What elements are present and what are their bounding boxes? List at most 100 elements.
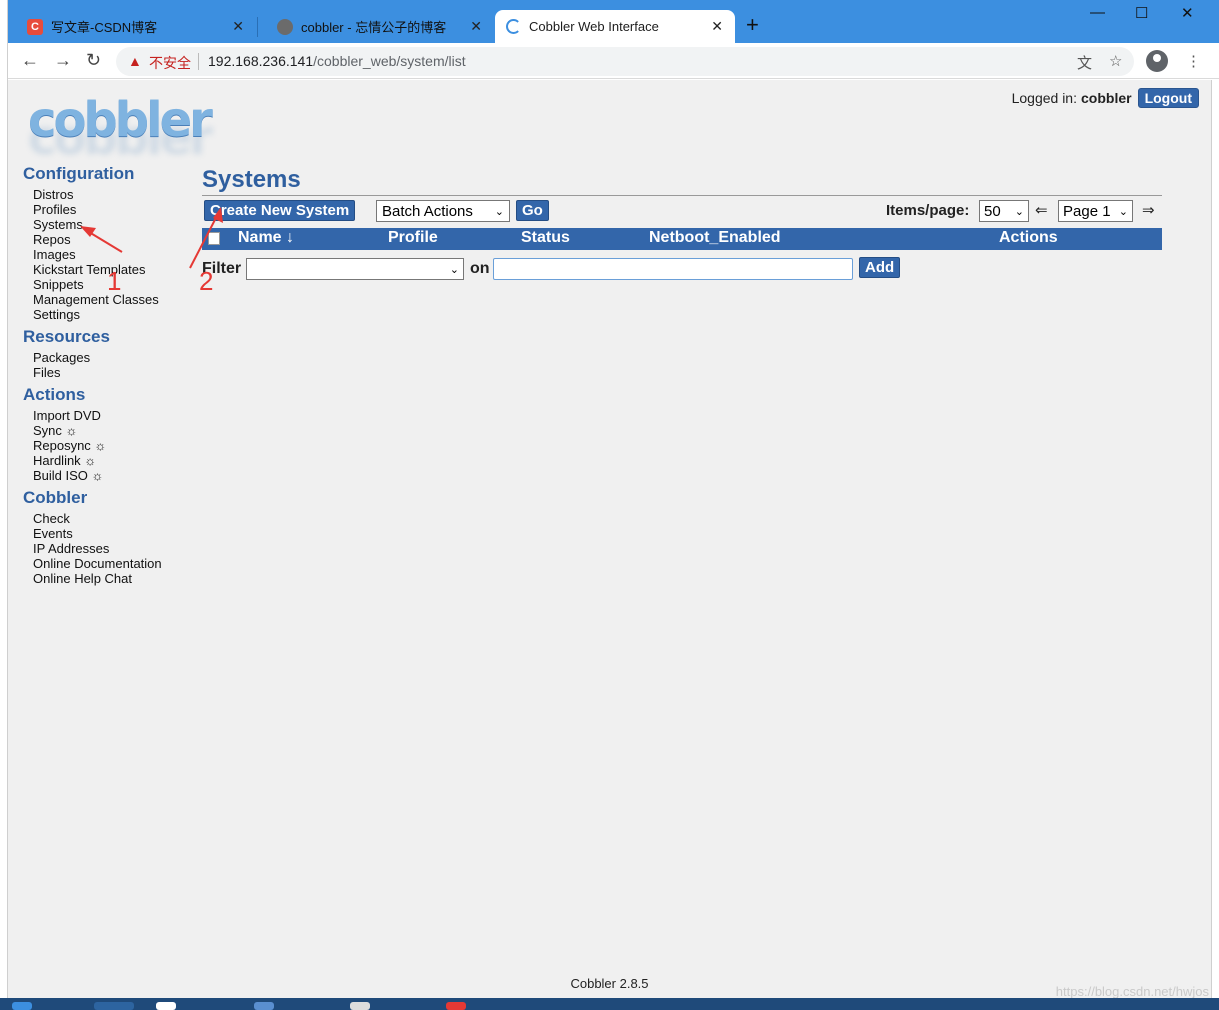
filter-field-select[interactable]: ⌄ xyxy=(246,258,464,280)
warning-triangle-icon: ▲ xyxy=(128,53,142,69)
tab-close-icon[interactable]: ✕ xyxy=(711,18,723,35)
reload-icon[interactable]: ↻ xyxy=(86,51,101,69)
watermark: https://blog.csdn.net/hwjos xyxy=(1055,984,1209,999)
new-tab-plus-icon[interactable]: + xyxy=(746,14,759,36)
sidebar-section-cobbler: Cobbler xyxy=(23,488,88,507)
window-close-icon[interactable]: ✕ xyxy=(1181,4,1194,22)
filter-on-label: on xyxy=(470,260,490,277)
column-header-profile[interactable]: Profile xyxy=(388,229,438,247)
url-host: 192.168.236.141 xyxy=(208,53,314,69)
window-left-edge xyxy=(0,0,8,1010)
sidebar-nav: Configuration Distros Profiles Systems R… xyxy=(23,164,193,591)
translate-icon[interactable]: ⽂ xyxy=(1077,52,1092,73)
menu-kebab-icon[interactable]: ⋮ xyxy=(1186,52,1201,70)
chevron-down-icon: ⌄ xyxy=(449,263,459,276)
filter-value-input[interactable] xyxy=(493,258,853,280)
prev-page-arrow-icon[interactable]: ⇐ xyxy=(1035,201,1048,219)
taskbar-app-icon[interactable] xyxy=(156,1002,176,1010)
actions-bar: Create New System Batch Actions ⌄ Go Ite… xyxy=(202,198,1162,228)
browser-tab-csdn[interactable]: C 写文章-CSDN博客 ✕ xyxy=(8,10,256,43)
select-all-checkbox[interactable] xyxy=(208,232,220,245)
column-header-actions: Actions xyxy=(999,229,1058,246)
minimize-icon[interactable]: — xyxy=(1090,4,1105,21)
logout-button[interactable]: Logout xyxy=(1137,88,1199,108)
sidebar-item-hardlink[interactable]: Hardlink ☼ xyxy=(33,453,193,468)
systems-table-header: Name ↓ Profile Status Netboot_Enabled Ac… xyxy=(202,228,1162,250)
insecure-label: 不安全 xyxy=(149,55,191,71)
tab-title: 写文章-CSDN博客 xyxy=(51,20,158,35)
globe-favicon-icon xyxy=(277,18,293,35)
profile-avatar-icon[interactable] xyxy=(1146,50,1168,72)
items-per-page-label: Items/page: xyxy=(886,202,970,219)
go-button[interactable]: Go xyxy=(516,200,549,221)
sidebar-section-actions: Actions xyxy=(23,385,86,404)
footer-version: Cobbler 2.8.5 xyxy=(570,976,649,991)
sidebar-item-reposync[interactable]: Reposync ☼ xyxy=(33,438,193,453)
sidebar-item-online-documentation[interactable]: Online Documentation xyxy=(33,556,193,571)
csdn-favicon-icon: C xyxy=(27,18,43,35)
sidebar-section-resources: Resources xyxy=(23,327,110,346)
items-per-page-select[interactable]: 50 ⌄ xyxy=(979,200,1029,222)
cobbler-logo[interactable]: cobbler xyxy=(28,92,213,152)
taskbar-app-icon[interactable] xyxy=(350,1002,370,1010)
window-right-edge xyxy=(1211,80,1219,1000)
browser-tab-strip: C 写文章-CSDN博客 ✕ cobbler - 忘情公子的博客 ✕ Cobbl… xyxy=(0,0,1219,43)
taskbar-app-icon[interactable] xyxy=(12,1002,32,1010)
url-path: /cobbler_web/system/list xyxy=(313,53,466,69)
sidebar-item-import-dvd[interactable]: Import DVD xyxy=(33,408,193,423)
create-new-system-button[interactable]: Create New System xyxy=(204,200,356,221)
items-per-page-value: 50 xyxy=(984,202,1001,220)
sidebar-item-profiles[interactable]: Profiles xyxy=(33,202,193,217)
back-arrow-icon[interactable]: ← xyxy=(21,51,39,69)
sidebar-item-check[interactable]: Check xyxy=(33,511,193,526)
chevron-down-icon: ⌄ xyxy=(1014,205,1024,218)
sidebar-item-ip-addresses[interactable]: IP Addresses xyxy=(33,541,193,556)
column-header-status[interactable]: Status xyxy=(521,229,570,247)
browser-toolbar: ← → ↻ ▲ 不安全 192.168.236.141/cobbler_web/… xyxy=(0,43,1219,79)
page-select[interactable]: Page 1 ⌄ xyxy=(1058,200,1133,222)
chevron-down-icon: ⌄ xyxy=(1118,205,1128,218)
page-viewport: cobbler Logged in: cobbler Logout Config… xyxy=(8,80,1211,940)
page-value: Page 1 xyxy=(1063,202,1111,220)
annotation-label-1: 1 xyxy=(107,266,122,296)
filter-bar: Filter ⌄ on Add xyxy=(202,256,1162,286)
next-page-arrow-icon[interactable]: ⇒ xyxy=(1142,201,1155,219)
taskbar-app-icon[interactable] xyxy=(446,1002,466,1010)
sidebar-item-events[interactable]: Events xyxy=(33,526,193,541)
sidebar-item-files[interactable]: Files xyxy=(33,365,193,380)
batch-actions-select[interactable]: Batch Actions ⌄ xyxy=(376,200,510,222)
bookmark-star-icon[interactable]: ☆ xyxy=(1109,52,1122,70)
address-bar[interactable]: ▲ 不安全 192.168.236.141/cobbler_web/system… xyxy=(116,47,1134,76)
browser-tab-cobbler-blog[interactable]: cobbler - 忘情公子的博客 ✕ xyxy=(258,10,494,43)
sidebar-item-build-iso[interactable]: Build ISO ☼ xyxy=(33,468,193,483)
sidebar-item-systems[interactable]: Systems xyxy=(33,217,193,232)
tab-close-icon[interactable]: ✕ xyxy=(470,18,482,35)
sidebar-item-packages[interactable]: Packages xyxy=(33,350,193,365)
logo-text: cobbler xyxy=(28,92,213,148)
sidebar-item-settings[interactable]: Settings xyxy=(33,307,193,322)
column-header-name[interactable]: Name ↓ xyxy=(238,229,294,247)
column-header-netboot-enabled[interactable]: Netboot_Enabled xyxy=(649,229,781,247)
maximize-icon[interactable]: ☐ xyxy=(1135,4,1148,22)
tab-close-icon[interactable]: ✕ xyxy=(232,18,244,35)
url-text[interactable]: 192.168.236.141/cobbler_web/system/list xyxy=(208,53,466,69)
browser-tab-cobbler-web[interactable]: Cobbler Web Interface ✕ xyxy=(495,10,735,43)
tab-title: cobbler - 忘情公子的博客 xyxy=(301,20,447,35)
sidebar-section-configuration: Configuration xyxy=(23,164,135,183)
page-title: Systems xyxy=(202,166,1162,196)
annotation-label-2: 2 xyxy=(199,266,214,296)
add-filter-button[interactable]: Add xyxy=(859,257,901,278)
sidebar-item-repos[interactable]: Repos xyxy=(33,232,193,247)
os-taskbar xyxy=(0,998,1219,1010)
sidebar-item-images[interactable]: Images xyxy=(33,247,193,262)
sidebar-item-distros[interactable]: Distros xyxy=(33,187,193,202)
taskbar-app-icon[interactable] xyxy=(254,1002,274,1010)
forward-arrow-icon[interactable]: → xyxy=(54,51,72,69)
sidebar-item-online-help-chat[interactable]: Online Help Chat xyxy=(33,571,193,586)
taskbar-app-icon[interactable] xyxy=(94,1002,134,1010)
main-content: Systems Create New System Batch Actions … xyxy=(202,166,1162,286)
batch-actions-value: Batch Actions xyxy=(382,202,473,220)
logged-in-label: Logged in: xyxy=(1011,90,1077,106)
sidebar-item-sync[interactable]: Sync ☼ xyxy=(33,423,193,438)
login-status: Logged in: cobbler Logout xyxy=(1012,88,1199,108)
